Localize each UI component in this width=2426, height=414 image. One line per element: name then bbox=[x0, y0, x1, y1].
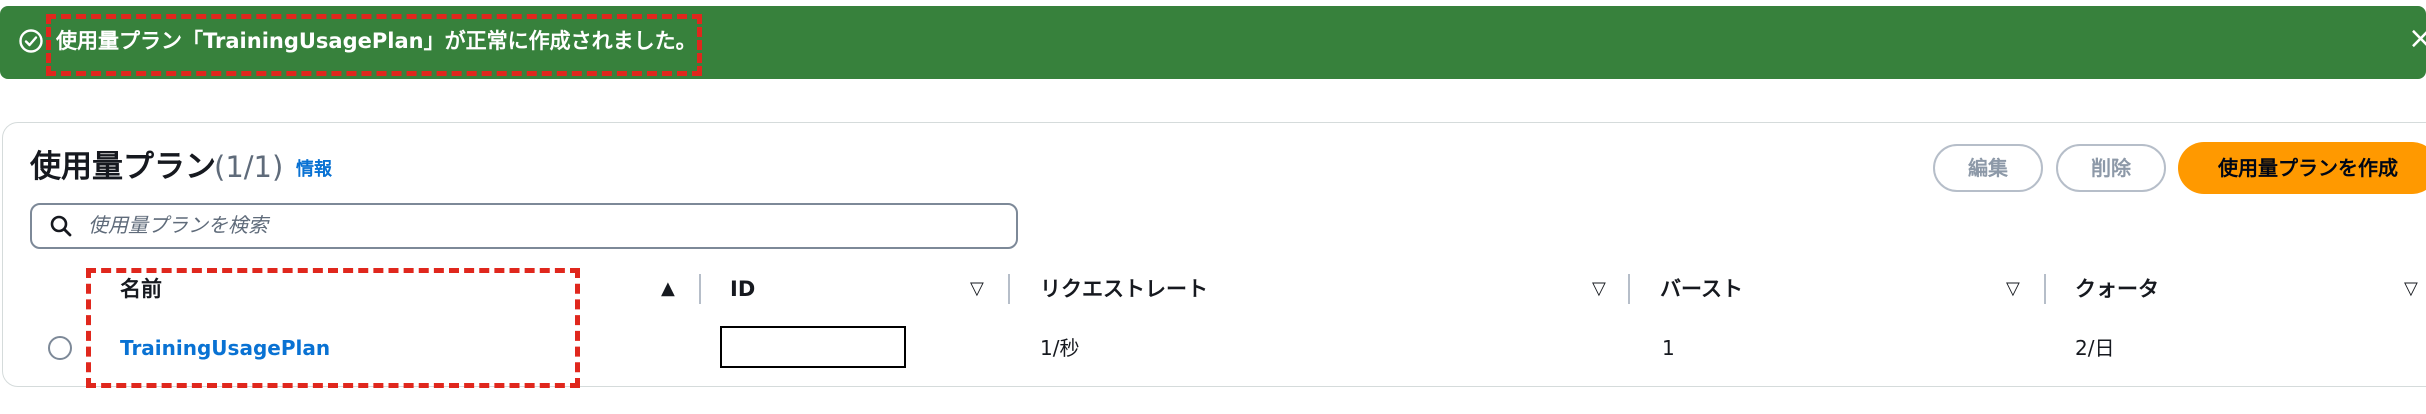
delete-button[interactable]: 削除 bbox=[2056, 144, 2166, 192]
row-select-radio[interactable] bbox=[48, 336, 72, 360]
request-rate-value: 1/秒 bbox=[1040, 336, 1080, 360]
highlight-annotation bbox=[86, 268, 580, 388]
sort-icon[interactable]: ▽ bbox=[2404, 274, 2418, 304]
sort-icon[interactable]: ▽ bbox=[2006, 274, 2020, 304]
column-header-request-rate[interactable]: リクエストレート bbox=[1040, 272, 1208, 306]
column-divider[interactable] bbox=[699, 274, 701, 304]
column-divider[interactable] bbox=[2044, 274, 2046, 304]
sort-icon[interactable]: ▽ bbox=[970, 274, 984, 304]
item-count: (1/1) bbox=[214, 150, 284, 184]
sort-ascending-icon[interactable]: ▲ bbox=[661, 274, 675, 304]
sort-icon[interactable]: ▽ bbox=[1592, 274, 1606, 304]
info-link[interactable]: 情報 bbox=[296, 158, 332, 182]
edit-button[interactable]: 編集 bbox=[1933, 144, 2043, 192]
create-usage-plan-button[interactable]: 使用量プランを作成 bbox=[2178, 142, 2426, 194]
column-header-burst[interactable]: バースト bbox=[1660, 272, 1743, 306]
highlight-annotation bbox=[46, 14, 702, 76]
redacted-id bbox=[720, 326, 906, 368]
column-header-quota[interactable]: クォータ bbox=[2075, 272, 2159, 306]
check-circle-icon bbox=[19, 29, 43, 53]
close-icon[interactable]: × bbox=[2408, 22, 2426, 56]
quota-value: 2/日 bbox=[2075, 336, 2115, 360]
column-header-id[interactable]: ID bbox=[730, 272, 755, 306]
page-title: 使用量プラン bbox=[30, 149, 216, 185]
search-icon bbox=[50, 215, 72, 237]
search-input[interactable] bbox=[86, 206, 986, 244]
burst-value: 1 bbox=[1662, 336, 1675, 360]
column-divider[interactable] bbox=[1628, 274, 1630, 304]
column-divider[interactable] bbox=[1008, 274, 1010, 304]
